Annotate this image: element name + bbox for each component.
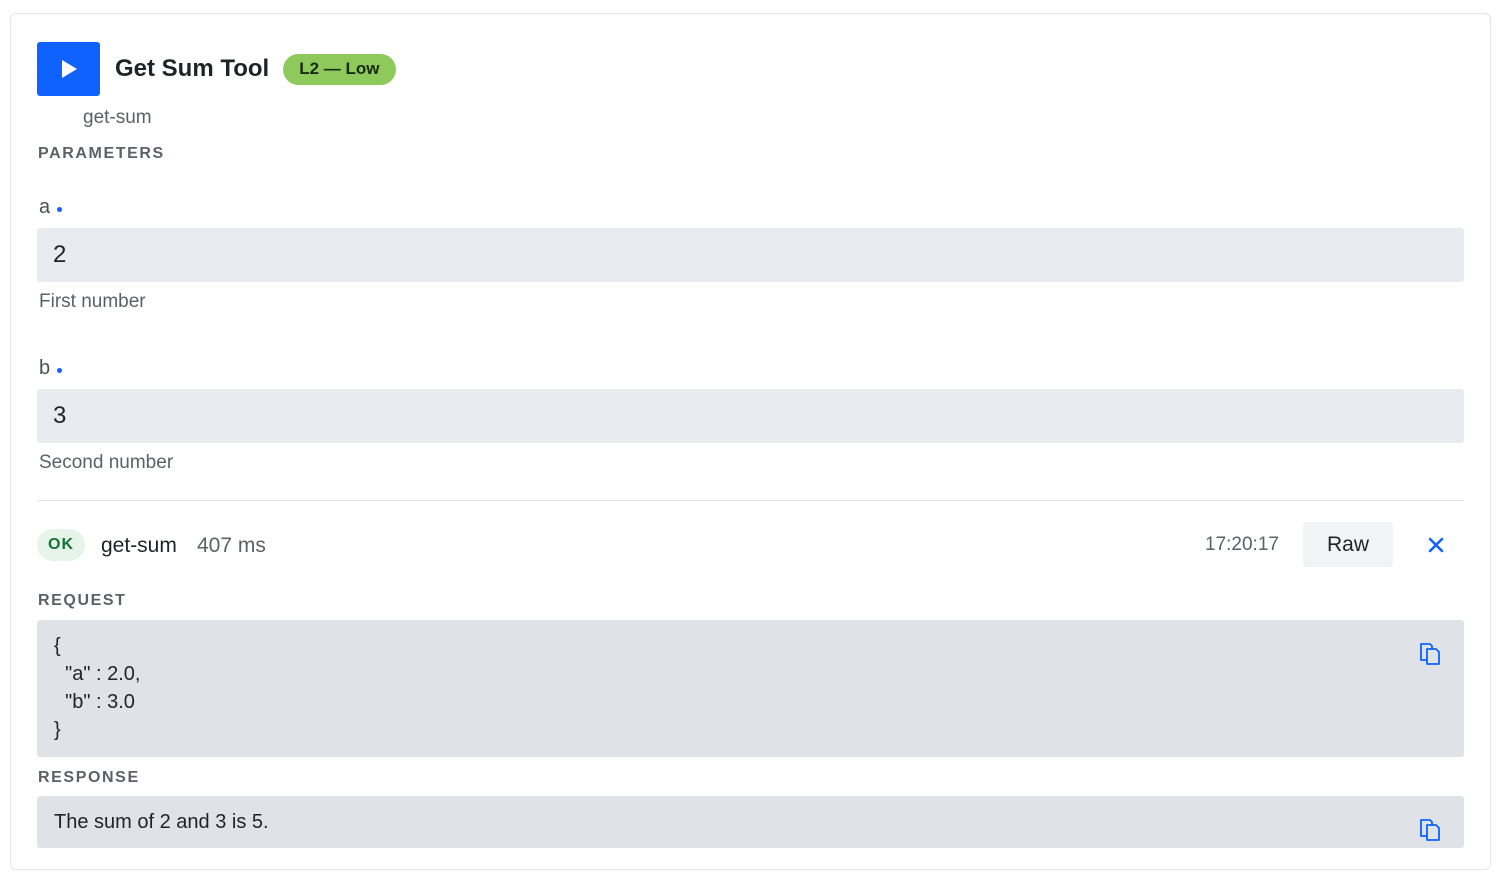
result-duration: 407 ms bbox=[197, 534, 266, 557]
copy-icon bbox=[1420, 819, 1440, 841]
result-header: OK get-sum 407 ms 17:20:17 Raw bbox=[37, 522, 1464, 568]
status-badge: OK bbox=[37, 529, 85, 561]
param-input-b[interactable] bbox=[37, 389, 1464, 443]
risk-badge: L2 — Low bbox=[283, 53, 396, 85]
param-input-a[interactable] bbox=[37, 228, 1464, 282]
play-icon bbox=[61, 60, 77, 78]
request-section-label: REQUEST bbox=[38, 592, 127, 609]
tool-title: Get Sum Tool bbox=[115, 55, 270, 82]
close-icon bbox=[1428, 537, 1444, 553]
response-body: The sum of 2 and 3 is 5. bbox=[37, 796, 1464, 848]
copy-response-button[interactable] bbox=[1418, 818, 1442, 842]
copy-icon bbox=[1420, 643, 1440, 665]
code-line: "b" : 3.0 bbox=[54, 691, 135, 713]
response-section-label: RESPONSE bbox=[38, 769, 140, 786]
code-line: { bbox=[54, 635, 61, 657]
code-line: "a" : 2.0, bbox=[54, 663, 141, 685]
param-name: b bbox=[39, 357, 51, 379]
param-name: a bbox=[39, 196, 51, 218]
code-line: } bbox=[54, 719, 61, 741]
parameters-section-label: PARAMETERS bbox=[38, 145, 165, 162]
result-tool-name: get-sum bbox=[101, 534, 177, 557]
divider bbox=[37, 500, 1464, 501]
tool-id: get-sum bbox=[83, 107, 152, 128]
run-button[interactable] bbox=[37, 42, 100, 96]
param-label-a: a bbox=[39, 196, 63, 219]
required-indicator bbox=[57, 206, 63, 212]
result-timestamp: 17:20:17 bbox=[1205, 534, 1279, 555]
tool-card: Get Sum Tool L2 — Low get-sum PARAMETERS… bbox=[10, 13, 1491, 870]
raw-button[interactable]: Raw bbox=[1303, 522, 1393, 567]
param-label-b: b bbox=[39, 357, 63, 380]
param-help-b: Second number bbox=[39, 452, 174, 473]
close-button[interactable] bbox=[1423, 532, 1449, 558]
request-body: { "a" : 2.0, "b" : 3.0 } bbox=[37, 620, 1464, 757]
param-help-a: First number bbox=[39, 291, 146, 312]
tool-header: Get Sum Tool L2 — Low bbox=[37, 42, 396, 96]
response-text: The sum of 2 and 3 is 5. bbox=[54, 811, 269, 833]
required-indicator bbox=[57, 367, 63, 373]
copy-request-button[interactable] bbox=[1418, 642, 1442, 666]
